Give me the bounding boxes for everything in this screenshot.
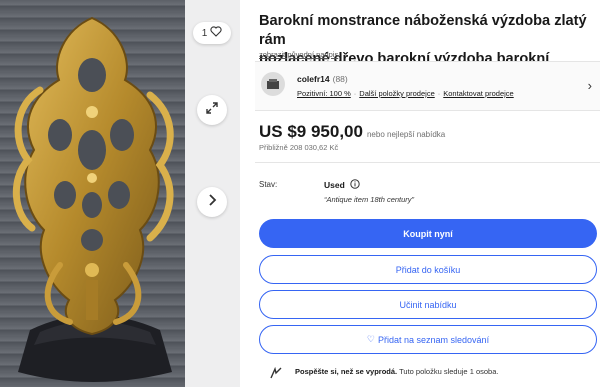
urgency-text: Pospěšte si, než se vyprodá. Tuto položk…	[295, 367, 499, 376]
seller-logo-icon	[267, 79, 279, 89]
seller-links: Pozitivní: 100 % · Další položky prodejce ·…	[297, 89, 514, 98]
condition-value: Used	[324, 179, 360, 191]
urgency-banner: Pospěšte si, než se vyprodá. Tuto položk…	[255, 366, 600, 387]
contact-seller-link[interactable]: Kontaktovat prodejce	[443, 89, 513, 98]
price: US $9 950,00 nebo nejlepší nabídka	[259, 122, 445, 142]
watch-count-button[interactable]: 1	[193, 22, 231, 44]
seller-avatar[interactable]	[261, 72, 285, 96]
seller-name[interactable]: colefr14 (88)	[297, 74, 348, 84]
listing-details: Barokní monstrance náboženská výzdoba zl…	[255, 0, 600, 387]
watch-count: 1	[201, 27, 208, 39]
heart-icon	[210, 26, 222, 40]
chevron-right-icon	[207, 193, 217, 211]
price-amount: US $9 950,00	[259, 122, 363, 141]
chevron-right-icon[interactable]: ›	[588, 78, 592, 93]
seller-feedback-count: (88)	[332, 74, 348, 84]
make-offer-button[interactable]: Učinit nabídku	[259, 290, 597, 319]
image-gallery: 1	[0, 0, 240, 387]
product-photo[interactable]	[0, 0, 185, 387]
buy-now-button[interactable]: Koupit nyní	[259, 219, 597, 248]
expand-arrows-icon	[205, 101, 219, 120]
condition-description: “Antique item 18th century”	[324, 195, 415, 204]
seller-card[interactable]: colefr14 (88) Pozitivní: 100 % · Další polo…	[255, 61, 600, 111]
best-offer-note: nebo nejlepší nabídka	[366, 130, 446, 139]
seller-positive-feedback[interactable]: Pozitivní: 100 %	[297, 89, 351, 98]
add-to-watchlist-label: Přidat na seznam sledování	[378, 334, 490, 345]
price-approx-czk: Přibližně 208 030,62 Kč	[259, 143, 339, 152]
divider	[255, 162, 600, 163]
expand-image-button[interactable]	[197, 95, 227, 125]
add-to-cart-button[interactable]: Přidat do košíku	[259, 255, 597, 284]
heart-icon: ♡	[366, 334, 375, 344]
lightning-icon	[269, 366, 283, 381]
condition-label: Stav:	[259, 180, 278, 189]
monstrance-illustration	[12, 16, 174, 382]
seller-other-items-link[interactable]: Další položky prodejce	[359, 89, 434, 98]
next-image-button[interactable]	[197, 187, 227, 217]
show-original-title-link[interactable]: zobrazit původní nadpis	[259, 50, 338, 59]
add-to-watchlist-button[interactable]: ♡ Přidat na seznam sledování	[259, 325, 597, 354]
info-icon[interactable]	[350, 179, 360, 191]
